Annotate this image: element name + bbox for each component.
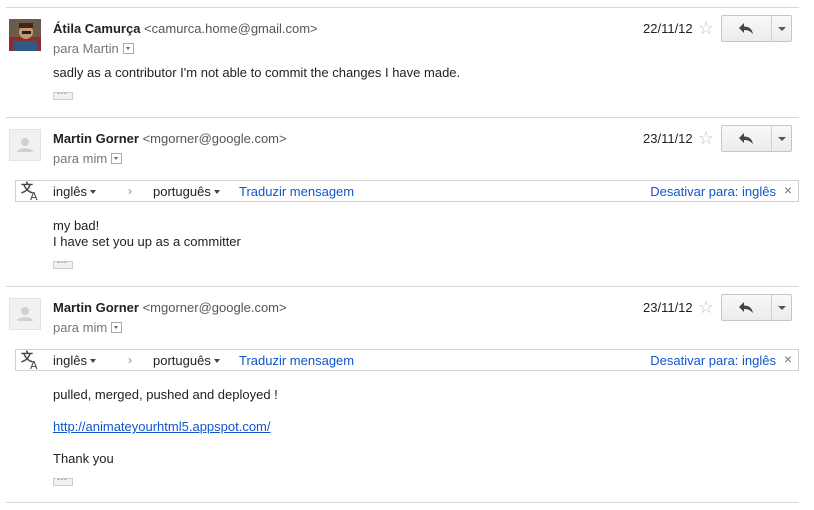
divider: [6, 117, 799, 118]
reply-icon: [739, 133, 753, 144]
disable-translation-link[interactable]: Desativar para: inglês: [650, 353, 776, 368]
translate-message-link[interactable]: Traduzir mensagem: [239, 184, 354, 199]
chevron-down-icon: [89, 358, 96, 363]
translate-message-link[interactable]: Traduzir mensagem: [239, 353, 354, 368]
message-date: 23/11/12: [643, 131, 693, 146]
target-language-select[interactable]: português: [153, 353, 220, 368]
body-line: pulled, merged, pushed and deployed !: [53, 387, 278, 402]
star-icon[interactable]: ☆: [698, 298, 714, 316]
chevron-down-icon: [213, 189, 220, 194]
message-body: sadly as a contributor I'm not able to c…: [53, 65, 460, 81]
details-dropdown-icon[interactable]: [111, 153, 123, 165]
source-language-select[interactable]: inglês: [53, 184, 96, 199]
recipient: para mim: [53, 320, 123, 335]
message-body: pulled, merged, pushed and deployed ! ht…: [53, 387, 278, 467]
translate-icon: 文 A: [20, 349, 42, 373]
reply-button-group: [721, 15, 792, 42]
recipient-label: para mim: [53, 320, 108, 335]
sender-email: <mgorner@google.com>: [142, 300, 287, 315]
more-options-button[interactable]: [771, 16, 792, 41]
show-trimmed-content-button[interactable]: [53, 474, 73, 486]
body-line: sadly as a contributor I'm not able to c…: [53, 65, 461, 80]
translate-bar: 文 A inglês › português Traduzir mensagem…: [15, 349, 799, 373]
svg-text:A: A: [30, 190, 38, 201]
avatar[interactable]: [9, 298, 41, 330]
avatar[interactable]: [9, 19, 41, 51]
divider: [6, 502, 799, 503]
star-icon[interactable]: ☆: [698, 129, 714, 147]
chevron-down-icon: [213, 358, 220, 363]
reply-icon: [739, 23, 753, 34]
message-body: my bad! I have set you up as a committer: [53, 218, 241, 250]
source-language-label: inglês: [53, 353, 87, 368]
reply-icon: [739, 302, 753, 313]
recipient: para Martin: [53, 41, 134, 56]
arrow-icon: ›: [128, 353, 132, 367]
sender[interactable]: Martin Gorner <mgorner@google.com>: [53, 131, 287, 146]
chevron-down-icon: [89, 189, 96, 194]
recipient-label: para Martin: [53, 41, 119, 56]
divider: [6, 286, 799, 287]
divider: [6, 7, 799, 8]
arrow-icon: ›: [128, 184, 132, 198]
sender[interactable]: Átila Camurça <camurca.home@gmail.com>: [53, 21, 318, 36]
body-line: I have set you up as a committer: [53, 234, 241, 249]
target-language-select[interactable]: português: [153, 184, 220, 199]
message-date: 23/11/12: [643, 300, 693, 315]
source-language-select[interactable]: inglês: [53, 353, 96, 368]
avatar[interactable]: [9, 129, 41, 161]
star-icon[interactable]: ☆: [698, 19, 714, 37]
reply-button[interactable]: [722, 126, 771, 151]
body-line: Thank you: [53, 451, 114, 466]
translate-icon: 文 A: [20, 180, 42, 204]
sender-name[interactable]: Martin Gorner: [53, 300, 139, 315]
reply-button-group: [721, 294, 792, 321]
sender-email: <camurca.home@gmail.com>: [144, 21, 318, 36]
recipient-label: para mim: [53, 151, 108, 166]
source-language-label: inglês: [53, 184, 87, 199]
sender-email: <mgorner@google.com>: [142, 131, 287, 146]
translate-bar: 文 A inglês › português Traduzir mensagem…: [15, 180, 799, 204]
more-options-button[interactable]: [771, 295, 792, 320]
recipient: para mim: [53, 151, 123, 166]
target-language-label: português: [153, 353, 211, 368]
details-dropdown-icon[interactable]: [122, 43, 134, 55]
target-language-label: português: [153, 184, 211, 199]
reply-button[interactable]: [722, 16, 771, 41]
body-link[interactable]: http://animateyourhtml5.appspot.com/: [53, 419, 271, 434]
message-date: 22/11/12: [643, 21, 693, 36]
show-trimmed-content-button[interactable]: [53, 257, 73, 269]
sender-name[interactable]: Martin Gorner: [53, 131, 139, 146]
disable-translation-link[interactable]: Desativar para: inglês: [650, 184, 776, 199]
details-dropdown-icon[interactable]: [111, 322, 123, 334]
reply-button-group: [721, 125, 792, 152]
show-trimmed-content-button[interactable]: [53, 88, 73, 100]
sender-name[interactable]: Átila Camurça: [53, 21, 140, 36]
close-icon[interactable]: ×: [784, 351, 792, 367]
svg-text:A: A: [30, 359, 38, 370]
body-line: my bad!: [53, 218, 100, 233]
reply-button[interactable]: [722, 295, 771, 320]
close-icon[interactable]: ×: [784, 182, 792, 198]
more-options-button[interactable]: [771, 126, 792, 151]
sender[interactable]: Martin Gorner <mgorner@google.com>: [53, 300, 287, 315]
